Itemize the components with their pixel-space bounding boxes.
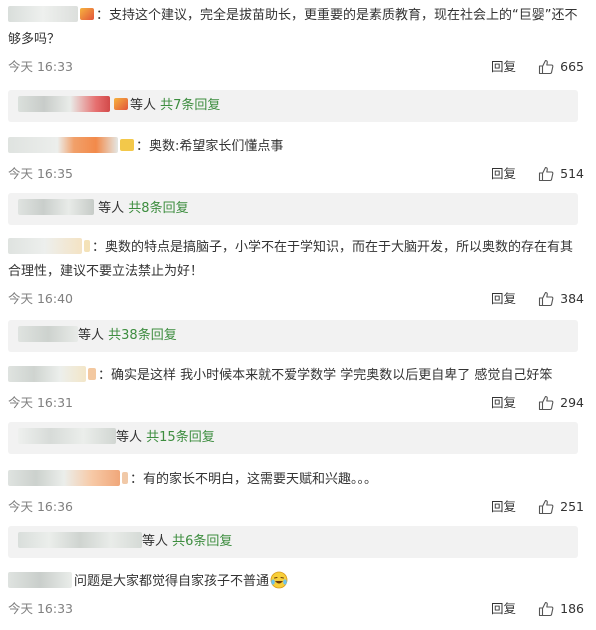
member-badge-icon — [120, 139, 134, 151]
comment-text: ：奥数:希望家长们懂点事 — [136, 139, 284, 154]
comment-meta: 今天 16:33 回复 186 — [8, 598, 584, 620]
comment-time: 今天 16:36 — [8, 499, 73, 514]
reply-button[interactable]: 回复 — [491, 392, 516, 414]
comment-meta: 今天 16:40 回复 384 — [8, 288, 584, 310]
reply-users-blurred — [18, 532, 142, 548]
like-count: 294 — [560, 395, 584, 410]
reply-users-suffix: 等人 — [142, 534, 169, 549]
reply-users-blurred — [18, 326, 78, 342]
view-replies-link[interactable]: 共38条回复 — [108, 328, 177, 343]
username-blurred[interactable] — [8, 6, 78, 22]
comment-item: ：奥数:希望家长们懂点事 今天 16:35 回复 514 — [8, 135, 584, 185]
view-replies-link[interactable]: 共8条回复 — [128, 201, 188, 216]
sub-replies-bar[interactable]: 等人 共15条回复 — [8, 422, 578, 454]
like-button[interactable]: 294 — [534, 392, 584, 414]
reply-users-blurred — [18, 199, 94, 215]
like-count: 514 — [560, 166, 584, 181]
username-blurred[interactable] — [8, 470, 120, 486]
reply-users-suffix: 等人 — [98, 201, 125, 216]
member-badge-icon — [122, 472, 128, 484]
like-count: 251 — [560, 499, 584, 514]
like-button[interactable]: 251 — [534, 496, 584, 518]
sub-replies-bar[interactable]: 等人 共7条回复 — [8, 90, 578, 122]
vip-badge-icon — [80, 8, 94, 20]
like-count: 665 — [560, 59, 584, 74]
like-count: 384 — [560, 291, 584, 306]
like-button[interactable]: 665 — [534, 56, 584, 78]
reply-button[interactable]: 回复 — [491, 288, 516, 310]
comment-text: ：确实是这样 我小时候本来就不爱学数学 学完奥数以后更自卑了 感觉自己好笨 — [98, 368, 553, 383]
comment-item: ：奥数的特点是搞脑子，小学不在于学知识，而在于大脑开发，所以奥数的存在有其合理性… — [8, 236, 584, 310]
username-blurred[interactable] — [8, 366, 86, 382]
view-replies-link[interactable]: 共7条回复 — [160, 98, 220, 113]
username-blurred[interactable] — [8, 238, 82, 254]
member-badge-icon — [88, 368, 96, 380]
reply-button[interactable]: 回复 — [491, 598, 516, 620]
comment-text: ：有的家长不明白，这需要天赋和兴趣。。。 — [130, 472, 378, 487]
username-blurred[interactable] — [8, 137, 118, 153]
comment-time: 今天 16:40 — [8, 291, 73, 306]
sub-replies-bar[interactable]: 等人 共8条回复 — [8, 193, 578, 225]
reply-button[interactable]: 回复 — [491, 56, 516, 78]
comment-meta: 今天 16:33 回复 665 — [8, 56, 584, 78]
thumbs-up-icon — [539, 59, 554, 75]
laughing-crying-emoji-icon — [270, 571, 288, 589]
reply-users-suffix: 等人 — [116, 430, 143, 445]
comment-meta: 今天 16:31 回复 294 — [8, 392, 584, 414]
reply-users-suffix: 等人 — [78, 328, 105, 343]
view-replies-link[interactable]: 共6条回复 — [172, 534, 232, 549]
comment-time: 今天 16:35 — [8, 166, 73, 181]
comment-time: 今天 16:33 — [8, 601, 73, 616]
reply-button[interactable]: 回复 — [491, 496, 516, 518]
comment-item: 问题是大家都觉得自家孩子不普通 今天 16:33 回复 186 — [8, 570, 584, 620]
comment-meta: 今天 16:35 回复 514 — [8, 163, 584, 185]
thumbs-up-icon — [539, 395, 554, 411]
comment-time: 今天 16:33 — [8, 59, 73, 74]
like-button[interactable]: 514 — [534, 163, 584, 185]
sub-replies-bar[interactable]: 等人 共38条回复 — [8, 320, 578, 352]
reply-button[interactable]: 回复 — [491, 163, 516, 185]
thumbs-up-icon — [539, 291, 554, 307]
reply-users-blurred — [18, 96, 110, 112]
reply-users-suffix: 等人 — [130, 98, 157, 113]
sub-replies-bar[interactable]: 等人 共6条回复 — [8, 526, 578, 558]
username-blurred[interactable] — [8, 572, 72, 588]
like-button[interactable]: 384 — [534, 288, 584, 310]
thumbs-up-icon — [539, 499, 554, 515]
comment-time: 今天 16:31 — [8, 395, 73, 410]
thumbs-up-icon — [539, 166, 554, 182]
comment-meta: 今天 16:36 回复 251 — [8, 496, 584, 518]
like-button[interactable]: 186 — [534, 598, 584, 620]
comment-item: ：确实是这样 我小时候本来就不爱学数学 学完奥数以后更自卑了 感觉自己好笨 今天… — [8, 364, 584, 414]
comment-item: ：有的家长不明白，这需要天赋和兴趣。。。 今天 16:36 回复 251 — [8, 468, 584, 518]
like-count: 186 — [560, 601, 584, 616]
reply-users-blurred — [18, 428, 116, 444]
thumbs-up-icon — [539, 601, 554, 617]
comment-text: ：奥数的特点是搞脑子，小学不在于学知识，而在于大脑开发，所以奥数的存在有其合理性… — [8, 240, 574, 279]
vip-badge-icon — [114, 98, 128, 110]
comment-item: ：支持这个建议，完全是拔苗助长，更重要的是素质教育，现在社会上的“巨婴”还不够多… — [8, 4, 584, 78]
comment-text: 问题是大家都觉得自家孩子不普通 — [74, 574, 270, 589]
view-replies-link[interactable]: 共15条回复 — [146, 430, 215, 445]
member-badge-icon — [84, 240, 90, 252]
